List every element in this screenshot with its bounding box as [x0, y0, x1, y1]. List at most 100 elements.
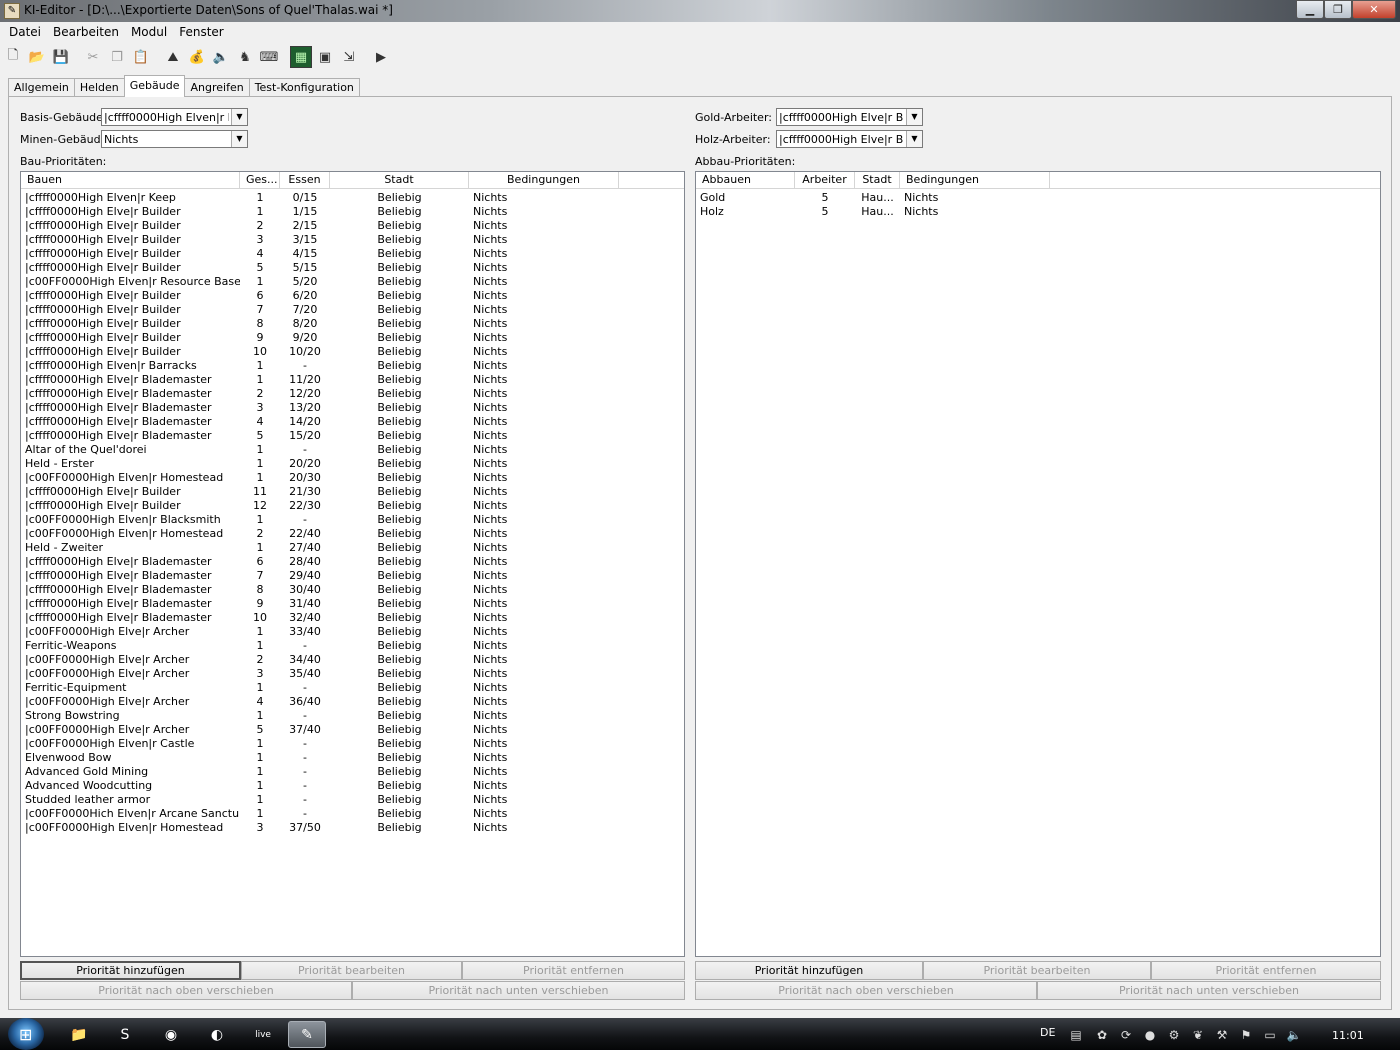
table-row[interactable]: |cffff0000High Elve|r Blademaster 9 31/40 B… — [21, 597, 684, 611]
table-row[interactable]: Gold 5 Hau... Nichts — [696, 191, 1380, 205]
table-row[interactable]: |cffff0000High Elve|r Blademaster 1 11/20 B… — [21, 373, 684, 387]
table-row[interactable]: |c00FF0000High Elven|r Homestead 3 37/50 Be… — [21, 821, 684, 835]
table-row[interactable]: |cffff0000High Elve|r Blademaster 5 15/20 B… — [21, 429, 684, 443]
chevron-down-icon[interactable]: ▼ — [231, 109, 247, 125]
table-row[interactable]: |cffff0000High Elve|r Builder 12 22/30 Beli… — [21, 499, 684, 513]
app-icon[interactable]: ✎ — [4, 3, 20, 19]
save-icon[interactable]: 💾 — [50, 46, 72, 68]
volume-icon[interactable]: 🔈 — [1286, 1027, 1302, 1043]
table-row[interactable]: Strong Bowstring 1 - Beliebig Nichts — [21, 709, 684, 723]
build-remove-priority-button[interactable]: Priorität entfernen — [462, 961, 685, 980]
table-row[interactable]: |c00FF0000High Elven|r Homestead 1 20/30 Be… — [21, 471, 684, 485]
export-icon[interactable]: ⇲ — [338, 46, 360, 68]
table-row[interactable]: Ferritic-Equipment 1 - Beliebig Nichts — [21, 681, 684, 695]
table-row[interactable]: |cffff0000High Elve|r Builder 3 3/15 Belieb… — [21, 233, 684, 247]
table-row[interactable]: |c00FF0000High Elven|r Castle 1 - Beliebig N… — [21, 737, 684, 751]
table-row[interactable]: |cffff0000High Elve|r Builder 4 4/15 Belieb… — [21, 247, 684, 261]
windows-live-icon[interactable]: live — [244, 1021, 282, 1048]
windows-explorer-icon[interactable]: 📁 — [60, 1021, 98, 1048]
table-row[interactable]: |cffff0000High Elve|r Builder 9 9/20 Belieb… — [21, 331, 684, 345]
table-row[interactable]: Elvenwood Bow 1 - Beliebig Nichts — [21, 751, 684, 765]
menu-fenster[interactable]: Fenster — [173, 25, 230, 39]
abbau-prioritaeten-list[interactable]: Abbauen Arbeiter Stadt Bedingungen Gold 5 Hau… — [695, 171, 1381, 957]
build-move-up-button[interactable]: Priorität nach oben verschieben — [20, 981, 352, 1000]
box-icon[interactable]: ▣ — [314, 46, 336, 68]
column-header[interactable]: Abbauen — [696, 172, 795, 189]
menu-bearbeiten[interactable]: Bearbeiten — [47, 25, 125, 39]
update-tray-icon[interactable]: ● — [1142, 1027, 1158, 1043]
settings-tray-icon[interactable]: ⚙ — [1166, 1027, 1182, 1043]
clock[interactable]: 11:01 — [1332, 1029, 1364, 1042]
table-row[interactable]: |cffff0000High Elve|r Blademaster 4 14/20 B… — [21, 415, 684, 429]
media-player-icon[interactable]: ◐ — [198, 1021, 236, 1048]
maximize-button[interactable]: ❐ — [1324, 0, 1352, 19]
table-row[interactable]: Held - Erster 1 20/20 Beliebig Nichts — [21, 457, 684, 471]
harvest-move-down-button[interactable]: Priorität nach unten verschieben — [1037, 981, 1381, 1000]
table-row[interactable]: Ferritic-Weapons 1 - Beliebig Nichts — [21, 639, 684, 653]
harvest-add-priority-button[interactable]: Priorität hinzufügen — [695, 961, 923, 980]
harvest-edit-priority-button[interactable]: Priorität bearbeiten — [923, 961, 1151, 980]
build-move-down-button[interactable]: Priorität nach unten verschieben — [352, 981, 685, 1000]
language-indicator[interactable]: DE — [1040, 1026, 1055, 1039]
column-header[interactable]: Arbeiter — [795, 172, 855, 189]
tab-test-konfiguration[interactable]: Test-Konfiguration — [248, 78, 360, 97]
table-row[interactable]: |c00FF0000Hich Elven|r Arcane Sanctum 1 - B… — [21, 807, 684, 821]
table-row[interactable]: |c00FF0000High Elve|r Archer 4 36/40 Belieb… — [21, 695, 684, 709]
table-row[interactable]: |cffff0000High Elve|r Builder 1 1/15 Belieb… — [21, 205, 684, 219]
column-header[interactable]: Essen — [280, 172, 330, 189]
table-row[interactable]: |c00FF0000High Elven|r Blacksmith 1 - Belie… — [21, 513, 684, 527]
table-row[interactable]: |cffff0000High Elve|r Blademaster 7 29/40 B… — [21, 569, 684, 583]
chevron-down-icon[interactable]: ▼ — [231, 131, 247, 147]
table-row[interactable]: Altar of the Quel'dorei 1 - Beliebig Nichts — [21, 443, 684, 457]
table-row[interactable]: |cffff0000High Elve|r Builder 8 8/20 Belieb… — [21, 317, 684, 331]
minen-gebaeude-select[interactable]: Nichts ▼ — [101, 130, 248, 148]
close-button[interactable]: ✕ — [1352, 0, 1396, 19]
unit-icon[interactable]: ♞ — [234, 46, 256, 68]
app-tray-icon[interactable]: ✿ — [1094, 1027, 1110, 1043]
test-icon[interactable]: ▶ — [370, 46, 392, 68]
table-row[interactable]: |cffff0000High Elve|r Blademaster 10 32/40… — [21, 611, 684, 625]
column-header[interactable]: Ges... — [240, 172, 280, 189]
terrain-icon[interactable]: ⛰ — [162, 46, 184, 68]
new-file-icon[interactable]: 🗋 — [2, 46, 24, 68]
basis-gebaeude-select[interactable]: |cffff0000High Elven|r Keep ▼ — [101, 108, 248, 126]
build-add-priority-button[interactable]: Priorität hinzufügen — [20, 961, 241, 980]
table-row[interactable]: |cffff0000High Elve|r Builder 6 6/20 Belieb… — [21, 289, 684, 303]
minimize-button[interactable]: ▁ — [1296, 0, 1324, 19]
sound-icon[interactable]: 🔈 — [210, 46, 232, 68]
tab-gebaeude[interactable]: Gebäude — [123, 75, 186, 97]
table-row[interactable]: |c00FF0000High Elven|r Resource Base 1 5/2… — [21, 275, 684, 289]
table-row[interactable]: |cffff0000High Elve|r Builder 11 21/30 Beli… — [21, 485, 684, 499]
harvest-move-up-button[interactable]: Priorität nach oben verschieben — [695, 981, 1037, 1000]
table-row[interactable]: |c00FF0000High Elve|r Archer 2 34/40 Belieb… — [21, 653, 684, 667]
chevron-down-icon[interactable]: ▼ — [906, 109, 922, 125]
sync-tray-icon[interactable]: ⟳ — [1118, 1027, 1134, 1043]
ai-module-icon[interactable]: ▦ — [290, 46, 312, 68]
copy-icon[interactable]: ❐ — [106, 46, 128, 68]
column-header[interactable]: Bauen — [21, 172, 240, 189]
table-row[interactable]: Held - Zweiter 1 27/40 Beliebig Nichts — [21, 541, 684, 555]
menu-modul[interactable]: Modul — [125, 25, 173, 39]
paste-icon[interactable]: 📋 — [130, 46, 152, 68]
column-header[interactable]: Stadt — [855, 172, 900, 189]
bau-prioritaeten-list[interactable]: Bauen Ges... Essen Stadt Bedingungen |cffff0… — [20, 171, 685, 957]
menu-datei[interactable]: Datei — [3, 25, 47, 39]
table-row[interactable]: |c00FF0000High Elve|r Archer 5 37/40 Belieb… — [21, 723, 684, 737]
table-row[interactable]: |cffff0000High Elve|r Builder 7 7/20 Belieb… — [21, 303, 684, 317]
column-header[interactable]: Bedingungen — [469, 172, 619, 189]
table-row[interactable]: |cffff0000High Elve|r Blademaster 2 12/20 B… — [21, 387, 684, 401]
table-row[interactable]: |cffff0000High Elve|r Blademaster 3 13/20 B… — [21, 401, 684, 415]
table-row[interactable]: |cffff0000High Elve|r Builder 2 2/15 Belieb… — [21, 219, 684, 233]
tab-helden[interactable]: Helden — [73, 78, 125, 97]
table-row[interactable]: |c00FF0000High Elve|r Archer 1 33/40 Belieb… — [21, 625, 684, 639]
chrome-icon[interactable]: ◉ — [152, 1021, 190, 1048]
harvest-remove-priority-button[interactable]: Priorität entfernen — [1151, 961, 1381, 980]
start-button[interactable]: ⊞ — [8, 1018, 44, 1050]
table-row[interactable]: Advanced Woodcutting 1 - Beliebig Nichts — [21, 779, 684, 793]
open-folder-icon[interactable]: 📂 — [26, 46, 48, 68]
table-row[interactable]: |cffff0000High Elve|r Builder 10 10/20 Beli… — [21, 345, 684, 359]
table-row[interactable]: |c00FF0000High Elve|r Archer 3 35/40 Belieb… — [21, 667, 684, 681]
tool-tray-icon[interactable]: ⚒ — [1214, 1027, 1230, 1043]
build-edit-priority-button[interactable]: Priorität bearbeiten — [241, 961, 462, 980]
column-header[interactable]: Bedingungen — [900, 172, 1050, 189]
